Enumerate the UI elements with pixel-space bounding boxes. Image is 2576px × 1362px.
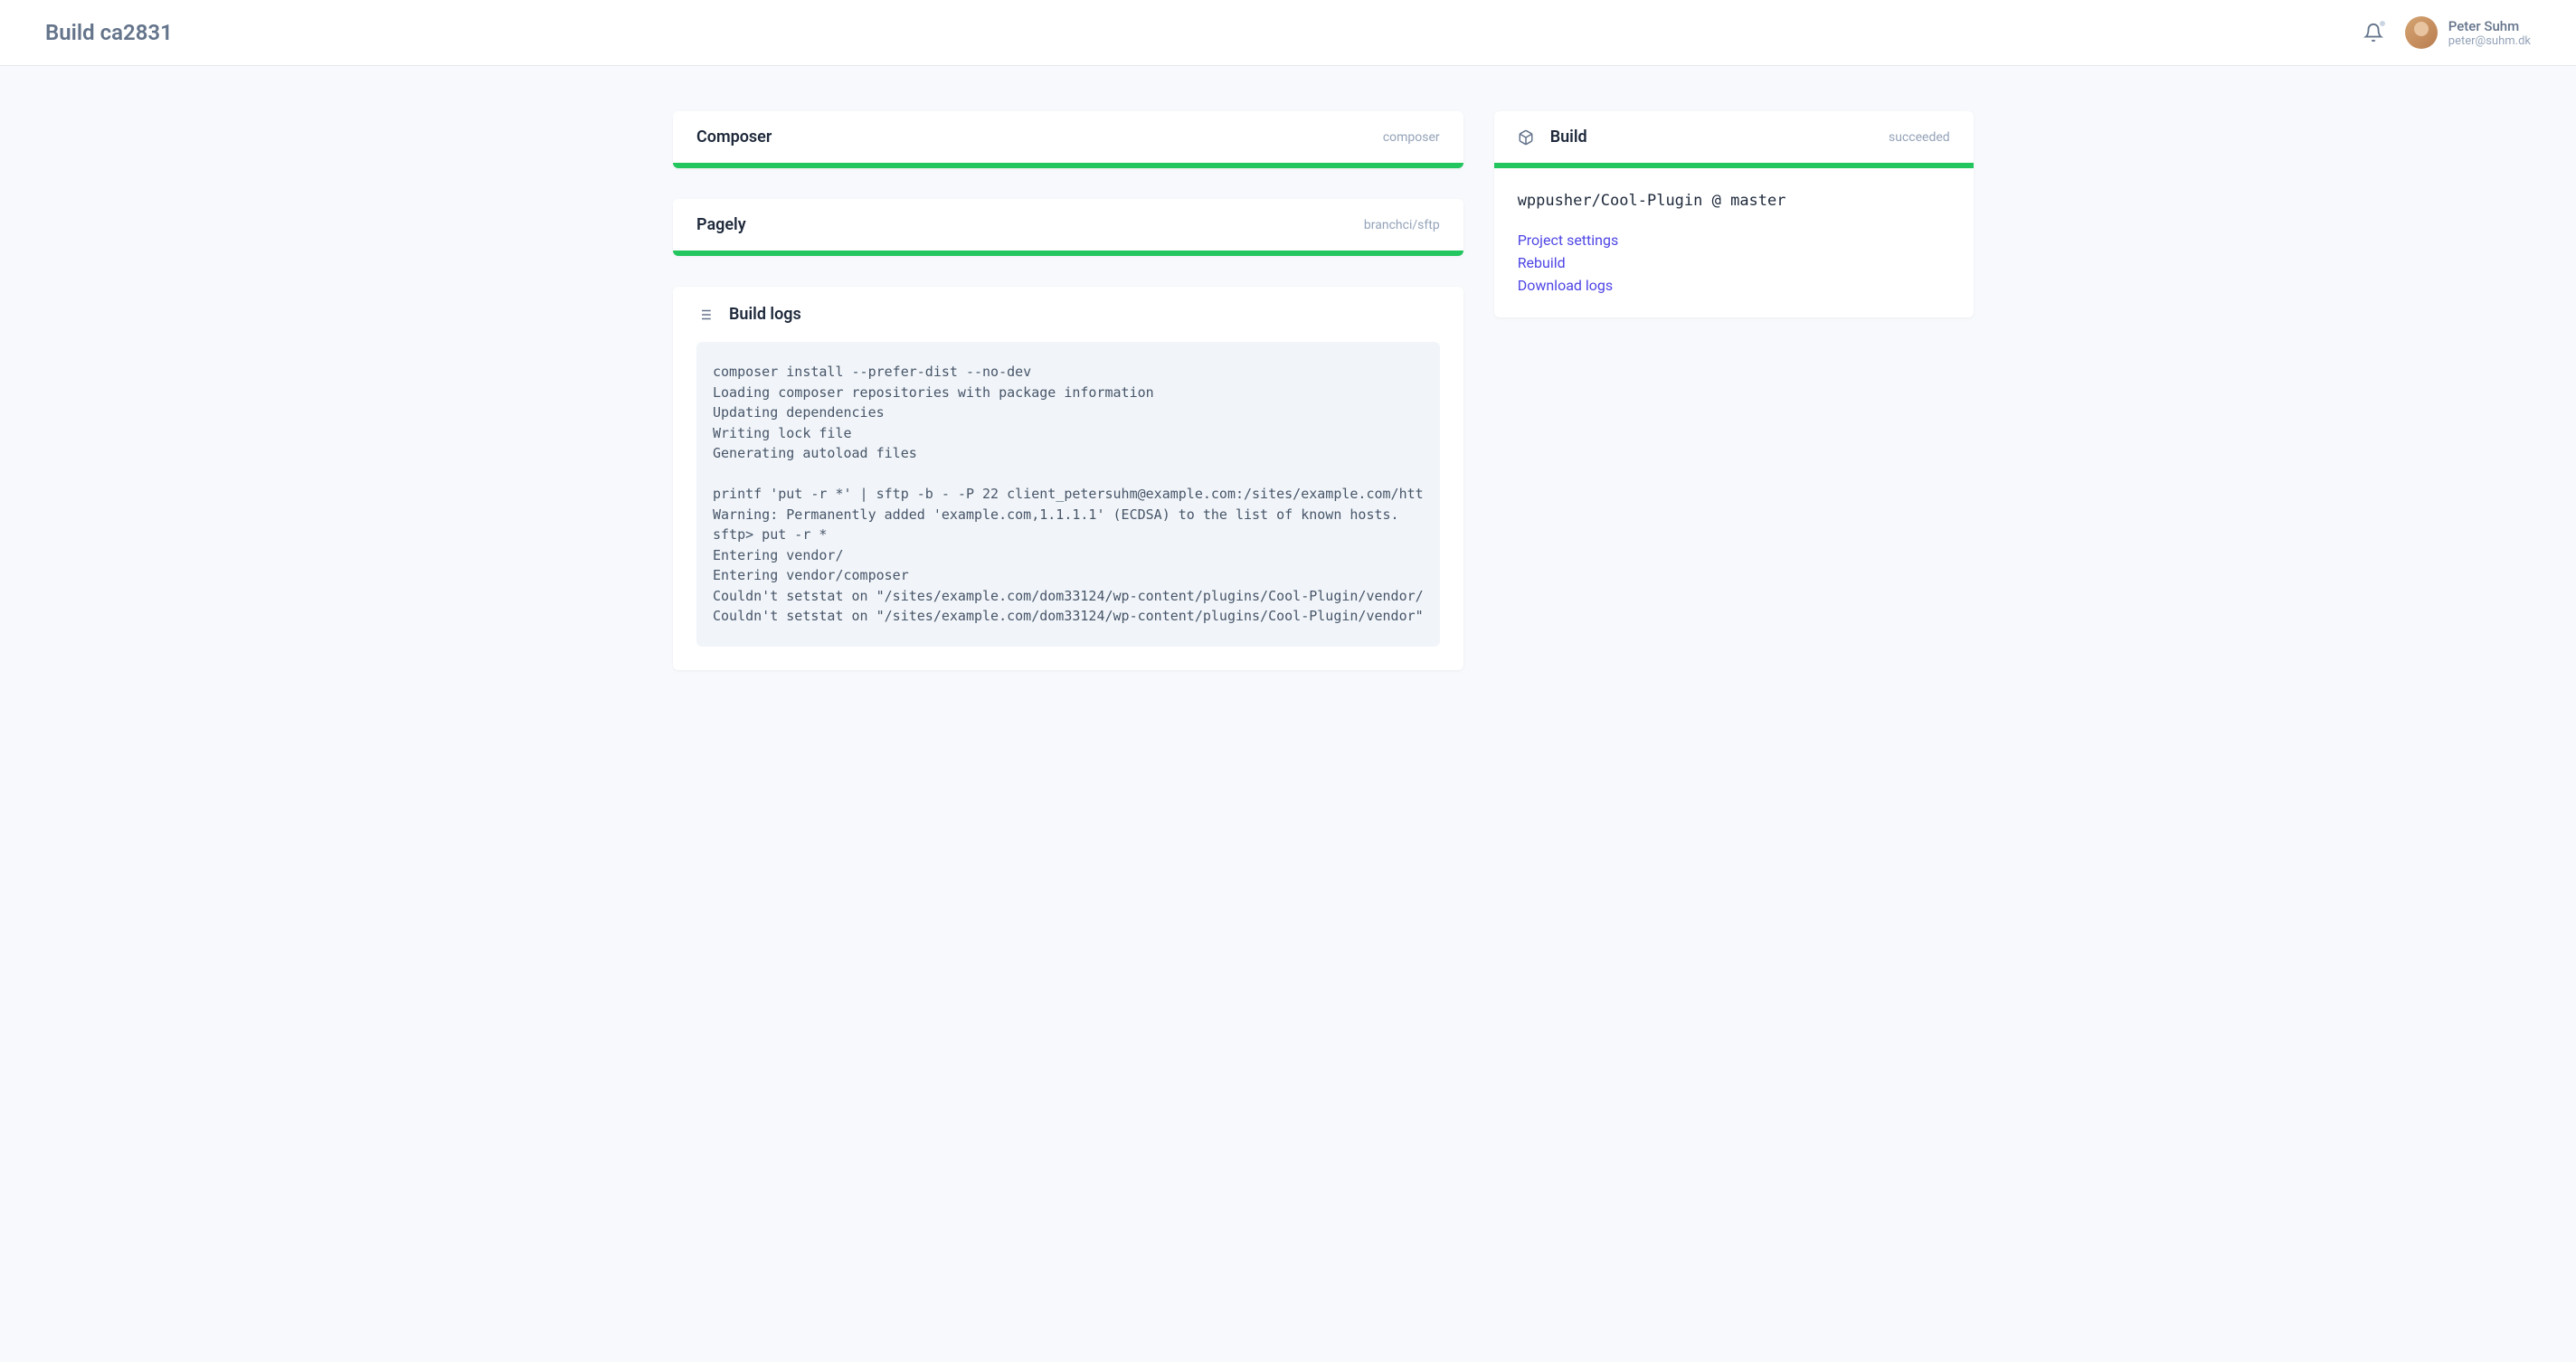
user-email: peter@suhm.dk (2448, 34, 2531, 48)
main-container: Composer composer Pagely branchci/sftp B… (628, 66, 1948, 715)
right-column: Build succeeded wppusher/Cool-Plugin @ m… (1494, 111, 1974, 670)
logs-body: composer install --prefer-dist --no-dev … (673, 342, 1463, 670)
notifications-button[interactable] (2363, 23, 2383, 43)
step-meta: composer (1383, 130, 1440, 145)
build-body: wppusher/Cool-Plugin @ master Project se… (1494, 168, 1974, 317)
cube-icon (1518, 129, 1534, 146)
build-card-header: Build succeeded (1494, 111, 1974, 168)
project-settings-link[interactable]: Project settings (1518, 232, 1950, 249)
avatar (2405, 16, 2438, 49)
build-header-left: Build (1518, 128, 1587, 147)
build-summary-card: Build succeeded wppusher/Cool-Plugin @ m… (1494, 111, 1974, 317)
header-right: Peter Suhm peter@suhm.dk (2363, 16, 2531, 49)
repo-name: wppusher/Cool-Plugin @ master (1518, 192, 1950, 210)
left-column: Composer composer Pagely branchci/sftp B… (673, 111, 1463, 670)
step-composer[interactable]: Composer composer (673, 111, 1463, 168)
step-title: Composer (696, 128, 772, 147)
page-title: Build ca2831 (45, 20, 173, 45)
user-menu[interactable]: Peter Suhm peter@suhm.dk (2405, 16, 2531, 49)
build-status: succeeded (1889, 130, 1950, 145)
app-header: Build ca2831 Peter Suhm peter@suhm.dk (0, 0, 2576, 66)
build-logs-card: Build logs composer install --prefer-dis… (673, 287, 1463, 670)
rebuild-link[interactable]: Rebuild (1518, 254, 1950, 271)
logs-header: Build logs (673, 287, 1463, 342)
action-links: Project settings Rebuild Download logs (1518, 232, 1950, 294)
user-name: Peter Suhm (2448, 18, 2531, 34)
user-text: Peter Suhm peter@suhm.dk (2448, 18, 2531, 48)
step-meta: branchci/sftp (1364, 218, 1440, 232)
list-icon (696, 307, 713, 323)
notification-dot (2378, 19, 2387, 28)
step-pagely[interactable]: Pagely branchci/sftp (673, 199, 1463, 256)
step-title: Pagely (696, 215, 746, 234)
logs-title: Build logs (729, 305, 801, 324)
download-logs-link[interactable]: Download logs (1518, 277, 1950, 294)
logs-content[interactable]: composer install --prefer-dist --no-dev … (696, 342, 1440, 647)
build-title: Build (1550, 128, 1587, 147)
